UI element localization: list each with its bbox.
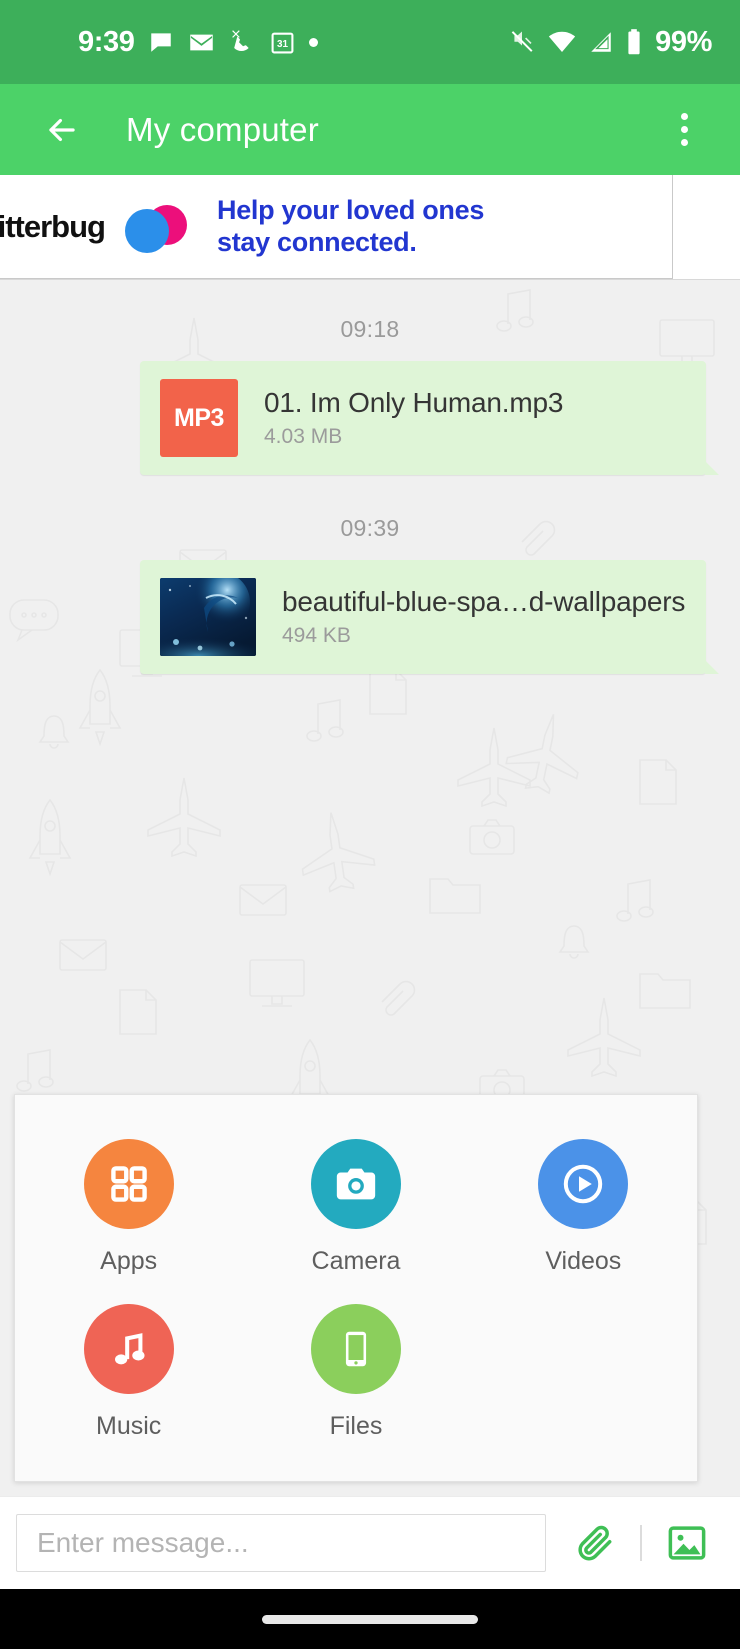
attachment-row: Apps Camera Videos xyxy=(15,1139,697,1276)
status-bar-left: 9:39 31 xyxy=(78,26,508,59)
status-clock: 9:39 xyxy=(78,25,135,58)
chat-bubble-icon xyxy=(148,29,174,55)
more-vertical-icon xyxy=(680,113,688,120)
attachment-label: Videos xyxy=(545,1247,622,1275)
calendar-icon: 31 xyxy=(270,30,295,55)
wifi-icon xyxy=(547,27,577,57)
more-vertical-icon xyxy=(680,126,688,133)
mp3-icon-label: MP3 xyxy=(174,403,224,432)
file-name: 01. Im Only Human.mp3 xyxy=(264,387,564,418)
battery-percent: 99% xyxy=(655,25,712,58)
file-size: 4.03 MB xyxy=(264,425,343,448)
dot-indicator-icon xyxy=(309,37,319,47)
system-nav-bar xyxy=(0,1589,740,1649)
more-vertical-icon xyxy=(680,139,688,146)
attachment-item-apps[interactable]: Apps xyxy=(15,1139,242,1276)
attachment-item-music[interactable]: Music xyxy=(15,1304,242,1441)
home-indicator[interactable] xyxy=(262,1614,478,1624)
ad-headline-line1: Help your loved ones xyxy=(217,194,485,225)
status-bar-right: 99% xyxy=(508,26,712,59)
envelope-icon xyxy=(188,29,215,56)
attachment-label: Apps xyxy=(100,1247,158,1275)
attachment-label: Camera xyxy=(311,1247,401,1275)
app-bar: My computer xyxy=(0,84,740,175)
attachment-row: Music Files xyxy=(15,1304,697,1441)
gallery-button[interactable] xyxy=(660,1516,714,1570)
attachment-item-files[interactable]: Files xyxy=(242,1304,469,1441)
ad-brand-name: jitterbug xyxy=(0,208,106,244)
message-bubble[interactable]: beautiful-blue-spa…d-wallpapers.jpg 494 … xyxy=(140,560,719,674)
mp3-file-icon: MP3 xyxy=(160,379,238,457)
svg-text:31: 31 xyxy=(277,39,288,50)
attachment-item-camera[interactable]: Camera xyxy=(242,1139,469,1276)
file-meta: beautiful-blue-spa…d-wallpapers.jpg 494 … xyxy=(282,586,686,648)
status-bar: 9:39 31 99% xyxy=(0,0,740,84)
input-actions xyxy=(568,1516,714,1570)
attachment-item-videos[interactable]: Videos xyxy=(470,1139,697,1276)
message-bubble[interactable]: MP3 01. Im Only Human.mp3 4.03 MB xyxy=(140,361,719,475)
chat-area: 09:18 MP3 01. Im Only Human.mp3 4.03 MB … xyxy=(0,280,740,1496)
message-list: 09:18 MP3 01. Im Only Human.mp3 4.03 MB … xyxy=(0,280,740,674)
missed-call-icon xyxy=(229,29,256,56)
ad-headline: Help your loved ones stay connected. xyxy=(217,195,484,259)
action-divider xyxy=(640,1525,642,1561)
file-name: beautiful-blue-spa…d-wallpapers.jpg xyxy=(282,586,686,617)
camera-icon xyxy=(310,1139,401,1229)
file-meta: 01. Im Only Human.mp3 4.03 MB xyxy=(264,387,563,449)
play-circle-icon xyxy=(538,1139,629,1229)
message-timestamp: 09:39 xyxy=(340,515,400,541)
ad-logo-dots-icon xyxy=(119,203,189,253)
message-row: MP3 01. Im Only Human.mp3 4.03 MB xyxy=(0,361,740,475)
image-thumbnail xyxy=(160,578,256,656)
ad-banner-content[interactable]: jitterbug Help your loved ones stay conn… xyxy=(0,175,673,279)
ad-logo: jitterbug xyxy=(0,203,189,253)
attach-button[interactable] xyxy=(568,1516,622,1570)
music-note-icon xyxy=(83,1304,174,1394)
cellular-signal-icon xyxy=(588,29,614,55)
message-input[interactable] xyxy=(16,1514,546,1572)
vibrate-off-icon xyxy=(508,28,536,56)
attachment-label: Files xyxy=(329,1412,383,1440)
phone-screen: 9:39 31 99% My computer jitterbug Help y… xyxy=(0,0,740,1649)
message-input-bar xyxy=(0,1496,740,1589)
message-row: beautiful-blue-spa…d-wallpapers.jpg 494 … xyxy=(0,560,740,674)
page-title: My computer xyxy=(126,110,319,148)
attachment-item-empty xyxy=(470,1304,697,1441)
grid-apps-icon xyxy=(83,1139,174,1229)
ad-headline-line2: stay connected. xyxy=(217,226,417,257)
message-timestamp: 09:18 xyxy=(340,316,400,342)
attachment-label: Music xyxy=(96,1412,162,1440)
image-gallery-icon xyxy=(668,1526,706,1560)
device-phone-icon xyxy=(310,1304,401,1394)
attachment-sheet: Apps Camera Videos Music Files xyxy=(14,1094,698,1482)
space-wallpaper-thumb-icon xyxy=(160,578,256,656)
back-button[interactable] xyxy=(34,102,90,158)
file-size: 494 KB xyxy=(282,624,351,647)
arrow-left-icon xyxy=(49,118,75,141)
ad-banner[interactable]: jitterbug Help your loved ones stay conn… xyxy=(0,175,740,280)
paperclip-icon xyxy=(578,1525,612,1561)
battery-icon xyxy=(625,28,643,56)
overflow-menu-button[interactable] xyxy=(656,102,712,158)
